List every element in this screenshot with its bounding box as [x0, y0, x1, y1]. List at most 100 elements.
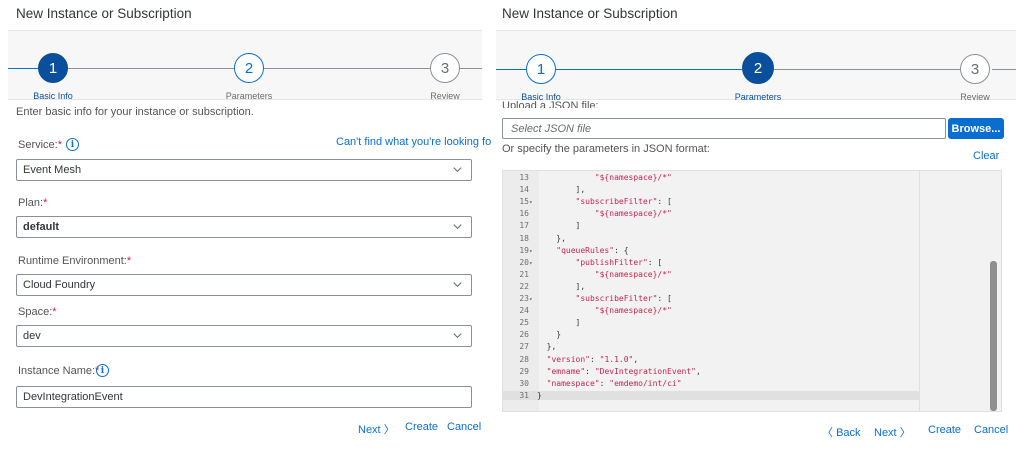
wizard-line [458, 68, 482, 69]
chevron-down-icon [453, 333, 462, 339]
fold-toggle-icon[interactable]: ▾ [529, 247, 537, 257]
code-text: "queueRules": { [556, 245, 629, 255]
code-text: }, [537, 233, 566, 243]
code-text: }, [537, 342, 557, 352]
code-line: 15▾ "subscribeFilter": [ [503, 197, 919, 207]
intro-text: Enter basic info for your instance or su… [16, 106, 254, 118]
code-text: "emname": "DevIntegrationEvent", [546, 366, 701, 376]
step-2-label: Parameters [734, 92, 782, 102]
code-line: 31 } [503, 390, 919, 401]
step-1-circle[interactable]: 1 [526, 54, 556, 84]
step-2-circle[interactable]: 2 [234, 53, 264, 83]
line-number: 17 [519, 221, 529, 231]
line-number: 24 [519, 306, 529, 316]
code-line: 29 "emname": "DevIntegrationEvent", [503, 367, 919, 377]
dialog-title: New Instance or Subscription [16, 6, 192, 21]
line-number: 25 [519, 318, 529, 328]
cancel-button[interactable]: Cancel [447, 421, 481, 433]
line-number: 16 [519, 209, 529, 219]
create-button[interactable]: Create [928, 424, 961, 436]
chevron-down-icon [453, 224, 462, 230]
plan-select[interactable]: default [16, 216, 472, 238]
create-button[interactable]: Create [405, 421, 438, 433]
line-number: 13 [519, 173, 529, 182]
fold-toggle-icon[interactable]: ▾ [529, 198, 537, 208]
cancel-button[interactable]: Cancel [974, 424, 1008, 436]
editor-scrollbar[interactable] [990, 261, 997, 411]
code-text: "${namespace}/*" [594, 306, 672, 316]
wizard-steps: 1 Basic Info 2 Parameters 3 Review [8, 30, 482, 101]
step-2-circle[interactable]: 2 [742, 52, 774, 84]
code-text: } [537, 390, 542, 400]
space-label: Space:* [18, 306, 57, 318]
clear-link[interactable]: Clear [973, 150, 999, 162]
code-text: } [537, 330, 562, 340]
dialog-basic-info: New Instance or Subscription 1 Basic Inf… [0, 0, 501, 453]
browse-button[interactable]: Browse... [948, 118, 1004, 139]
back-button[interactable]: 〈 Back [822, 424, 861, 440]
step-1-label: Basic Info [33, 91, 73, 101]
chevron-down-icon [453, 167, 462, 173]
line-number: 15 [519, 197, 529, 207]
instance-name-label: Instance Name:* [18, 365, 100, 377]
code-line: 20▾ "publishFilter": [ [503, 258, 919, 268]
code-text: ] [537, 318, 581, 328]
code-line: 18 }, [503, 234, 919, 244]
fold-toggle-icon[interactable]: ▾ [529, 259, 537, 269]
cant-find-link[interactable]: Can't find what you're looking for? [336, 136, 501, 148]
step-1-circle[interactable]: 1 [38, 53, 68, 83]
line-number: 27 [519, 342, 529, 352]
code-line: 30 "namespace": "emdemo/int/ci" [503, 379, 919, 389]
code-text: "namespace": "emdemo/int/ci" [546, 378, 682, 388]
line-number: 14 [519, 185, 529, 195]
line-number: 26 [519, 330, 529, 340]
chevron-right-icon: 〉 [899, 427, 911, 439]
wizard-line [992, 69, 1016, 70]
line-number: 19 [519, 245, 529, 255]
code-line: 24 "${namespace}/*" [503, 306, 919, 316]
line-number: 20 [519, 257, 529, 267]
service-select[interactable]: Event Mesh [16, 159, 472, 181]
code-line: 28 "version": "1.1.0", [503, 355, 919, 365]
runtime-select[interactable]: Cloud Foundry [16, 274, 472, 296]
code-line: 23▾ "subscribeFilter": [ [503, 294, 919, 304]
line-number: 30 [519, 378, 529, 388]
instance-name-input[interactable]: DevIntegrationEvent [16, 386, 472, 408]
code-line: 14 ], [503, 185, 919, 195]
wizard-line [496, 69, 526, 70]
code-line: 26 } [503, 330, 919, 340]
step-3-circle[interactable]: 3 [430, 53, 460, 83]
line-number: 22 [519, 281, 529, 291]
code-line: 13 "${namespace}/*" [503, 173, 919, 183]
fold-toggle-icon[interactable]: ▾ [529, 295, 537, 305]
json-editor[interactable]: 13 "${namespace}/*" 14 ], 15▾ "subscribeFi… [502, 170, 1002, 412]
step-2-label: Parameters [225, 91, 273, 101]
upload-label: Upload a JSON file: [502, 101, 599, 108]
step-3-circle[interactable]: 3 [960, 54, 990, 84]
code-text: "subscribeFilter": [ [575, 197, 672, 207]
code-text: "publishFilter": [ [575, 257, 663, 267]
code-text: "version": "1.1.0", [546, 354, 639, 364]
next-button[interactable]: Next 〉 [874, 424, 911, 440]
dialog-title: New Instance or Subscription [502, 6, 678, 21]
chevron-left-icon: 〈 [822, 427, 833, 439]
code-line: 19▾ "queueRules": { [503, 246, 919, 256]
code-text: ], [537, 185, 586, 195]
json-file-input[interactable]: Select JSON file [502, 118, 946, 139]
info-icon[interactable]: i [66, 138, 79, 151]
next-button[interactable]: Next 〉 [358, 421, 395, 437]
info-icon[interactable]: i [96, 364, 109, 377]
code-text: ], [537, 281, 586, 291]
space-select[interactable]: dev [16, 325, 472, 347]
code-line: 22 ], [503, 282, 919, 292]
code-line: 17 ] [503, 221, 919, 231]
editor-margin [919, 171, 920, 411]
line-number: 18 [519, 233, 529, 243]
